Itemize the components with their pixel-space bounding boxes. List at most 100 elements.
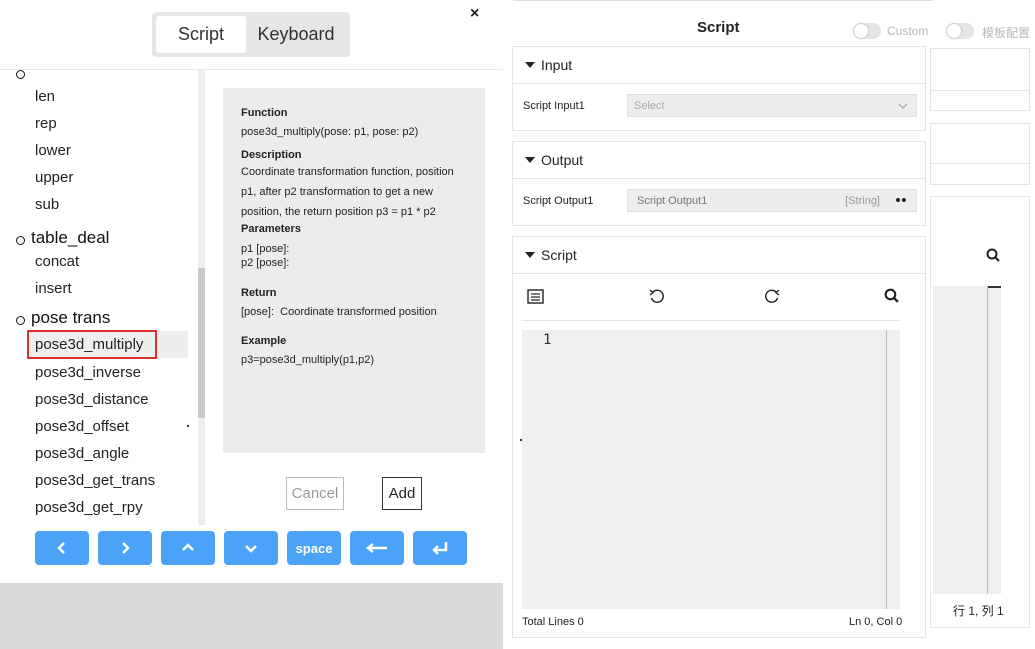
function-list-icon[interactable] xyxy=(527,289,544,304)
divider xyxy=(513,0,933,1)
chevron-left-icon xyxy=(57,542,65,554)
list-scrollbar-thumb[interactable] xyxy=(198,268,205,418)
chevron-right-icon xyxy=(122,542,130,554)
function-heading: Function xyxy=(241,107,288,119)
close-icon[interactable]: × xyxy=(470,5,479,23)
function-signature: pose3d_multiply(pose: p1, pose: p2) xyxy=(241,126,419,138)
description-line: position, the return position p3 = p1 * … xyxy=(241,206,436,218)
panel-title: Script xyxy=(697,19,740,36)
enter-key[interactable] xyxy=(413,531,467,565)
chevron-down-icon xyxy=(898,103,908,109)
screen: Script Keyboard × len rep lower upper su… xyxy=(0,0,1035,649)
add-button[interactable]: Add xyxy=(382,477,422,510)
return-desc: Coordinate transformed position xyxy=(280,306,437,318)
background-panel xyxy=(930,48,1030,111)
search-replace-icon[interactable] xyxy=(883,287,900,304)
chevron-down-icon xyxy=(245,545,257,553)
search-replace-icon[interactable] xyxy=(985,247,1001,263)
function-detail-panel: Function pose3d_multiply(pose: p1, pose:… xyxy=(223,88,485,453)
overlay-backdrop xyxy=(0,583,503,649)
output-value: Script Output1 xyxy=(637,194,708,207)
example-heading: Example xyxy=(241,335,287,347)
cursor-position: Ln 0, Col 0 xyxy=(849,616,903,628)
background-editor xyxy=(933,286,1001,594)
code-editor[interactable] xyxy=(522,330,900,609)
enter-icon xyxy=(432,542,448,555)
script-section-header[interactable]: Script xyxy=(513,237,925,274)
template-toggle[interactable] xyxy=(946,23,974,39)
divider xyxy=(930,163,1030,164)
input-label: Script Input1 xyxy=(523,100,585,112)
group-header[interactable] xyxy=(16,66,31,79)
return-heading: Return xyxy=(241,287,277,299)
arrow-down-key[interactable] xyxy=(224,531,278,565)
output-type: [String] xyxy=(845,194,880,207)
group-header[interactable]: table_deal xyxy=(16,228,109,248)
function-item[interactable]: pose3d_get_trans xyxy=(35,472,155,489)
input-section-header[interactable]: Input xyxy=(513,47,925,84)
total-lines: Total Lines 0 xyxy=(522,616,584,628)
mode-tabs: Script Keyboard xyxy=(152,12,350,57)
divider xyxy=(988,286,1001,288)
divider xyxy=(0,69,503,70)
example-code: p3=pose3d_multiply(p1,p2) xyxy=(241,354,375,366)
function-item[interactable]: pose3d_inverse xyxy=(35,364,141,381)
space-key[interactable]: space xyxy=(287,531,341,565)
bullet-icon xyxy=(16,70,25,79)
output-label: Script Output1 xyxy=(523,195,594,207)
return-type: [pose]: xyxy=(241,306,275,318)
output-section-header[interactable]: Output xyxy=(513,142,925,179)
caret-down-icon xyxy=(525,157,535,163)
arrow-up-key[interactable] xyxy=(161,531,215,565)
param-line: p2 [pose]: xyxy=(241,257,290,269)
function-item-selected[interactable]: pose3d_multiply xyxy=(27,331,188,358)
function-item[interactable]: pose3d_angle xyxy=(35,445,129,462)
group-label: pose trans xyxy=(31,308,111,327)
function-item[interactable]: rep xyxy=(35,115,57,132)
arrow-right-key[interactable] xyxy=(98,531,152,565)
more-icon[interactable] xyxy=(896,198,906,202)
custom-toggle[interactable] xyxy=(853,23,881,39)
arrow-left-key[interactable] xyxy=(35,531,89,565)
function-item[interactable]: lower xyxy=(35,142,71,159)
divider xyxy=(522,320,900,321)
function-item[interactable]: insert xyxy=(35,280,72,297)
input-section: Input Script Input1 Select xyxy=(512,46,926,131)
caret-down-icon xyxy=(525,252,535,258)
function-picker-modal: Script Keyboard × len rep lower upper su… xyxy=(0,0,503,583)
output-section: Output Script Output1 Script Output1 [St… xyxy=(512,141,926,226)
bullet-icon xyxy=(16,315,25,325)
custom-toggle-label: Custom xyxy=(887,24,929,38)
function-item[interactable]: pose3d_distance xyxy=(35,391,148,408)
line-number: 1 xyxy=(543,332,552,348)
redo-icon[interactable] xyxy=(764,288,781,304)
function-item[interactable]: pose3d_get_rpy xyxy=(35,499,143,516)
chevron-up-icon xyxy=(182,543,194,551)
cancel-button[interactable]: Cancel xyxy=(286,477,344,510)
group-header[interactable]: pose trans xyxy=(16,308,110,328)
editor-marker xyxy=(520,439,522,441)
backspace-key[interactable] xyxy=(350,531,404,565)
editor-scrollbar[interactable] xyxy=(886,330,887,609)
undo-icon[interactable] xyxy=(648,288,665,304)
function-item[interactable]: concat xyxy=(35,253,79,270)
tab-script[interactable]: Script xyxy=(156,16,246,53)
caret-down-icon xyxy=(525,62,535,68)
function-item[interactable]: pose3d_offset xyxy=(35,418,129,435)
script-output-field[interactable]: Script Output1 [String] xyxy=(627,189,917,212)
divider xyxy=(930,90,1030,91)
function-item[interactable]: upper xyxy=(35,169,73,186)
toggle-knob xyxy=(947,24,961,38)
section-title: Script xyxy=(541,247,577,263)
toggle-knob xyxy=(854,24,868,38)
bullet-icon xyxy=(16,235,25,245)
tab-keyboard[interactable]: Keyboard xyxy=(246,16,346,53)
description-heading: Description xyxy=(241,149,302,161)
script-input-select[interactable]: Select xyxy=(627,94,917,117)
ghost-status: 行 1, 列 1 xyxy=(953,604,1004,618)
function-item[interactable]: len xyxy=(35,88,55,105)
description-line: Coordinate transformation function, posi… xyxy=(241,166,454,178)
return-line: [pose]: Coordinate transformed position xyxy=(241,302,485,322)
function-item[interactable]: sub xyxy=(35,196,59,213)
param-line: p1 [pose]: xyxy=(241,243,290,255)
